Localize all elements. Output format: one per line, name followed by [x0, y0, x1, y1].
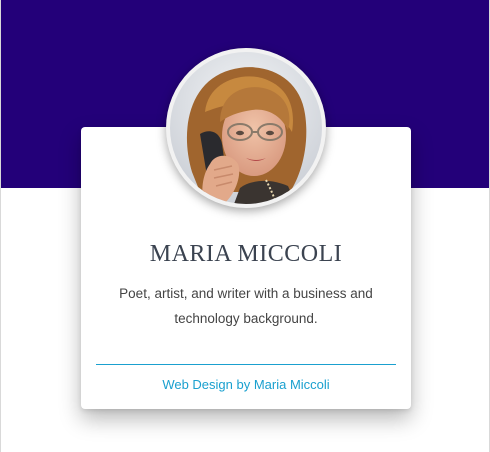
- profile-name: MARIA MICCOLI: [149, 241, 343, 267]
- profile-photo: [170, 52, 322, 204]
- avatar: [166, 48, 326, 208]
- web-design-credit-link[interactable]: Web Design by Maria Miccoli: [81, 377, 411, 392]
- profile-bio: Poet, artist, and writer with a business…: [119, 286, 373, 326]
- card-divider: [96, 364, 396, 365]
- portrait-illustration: [170, 52, 322, 204]
